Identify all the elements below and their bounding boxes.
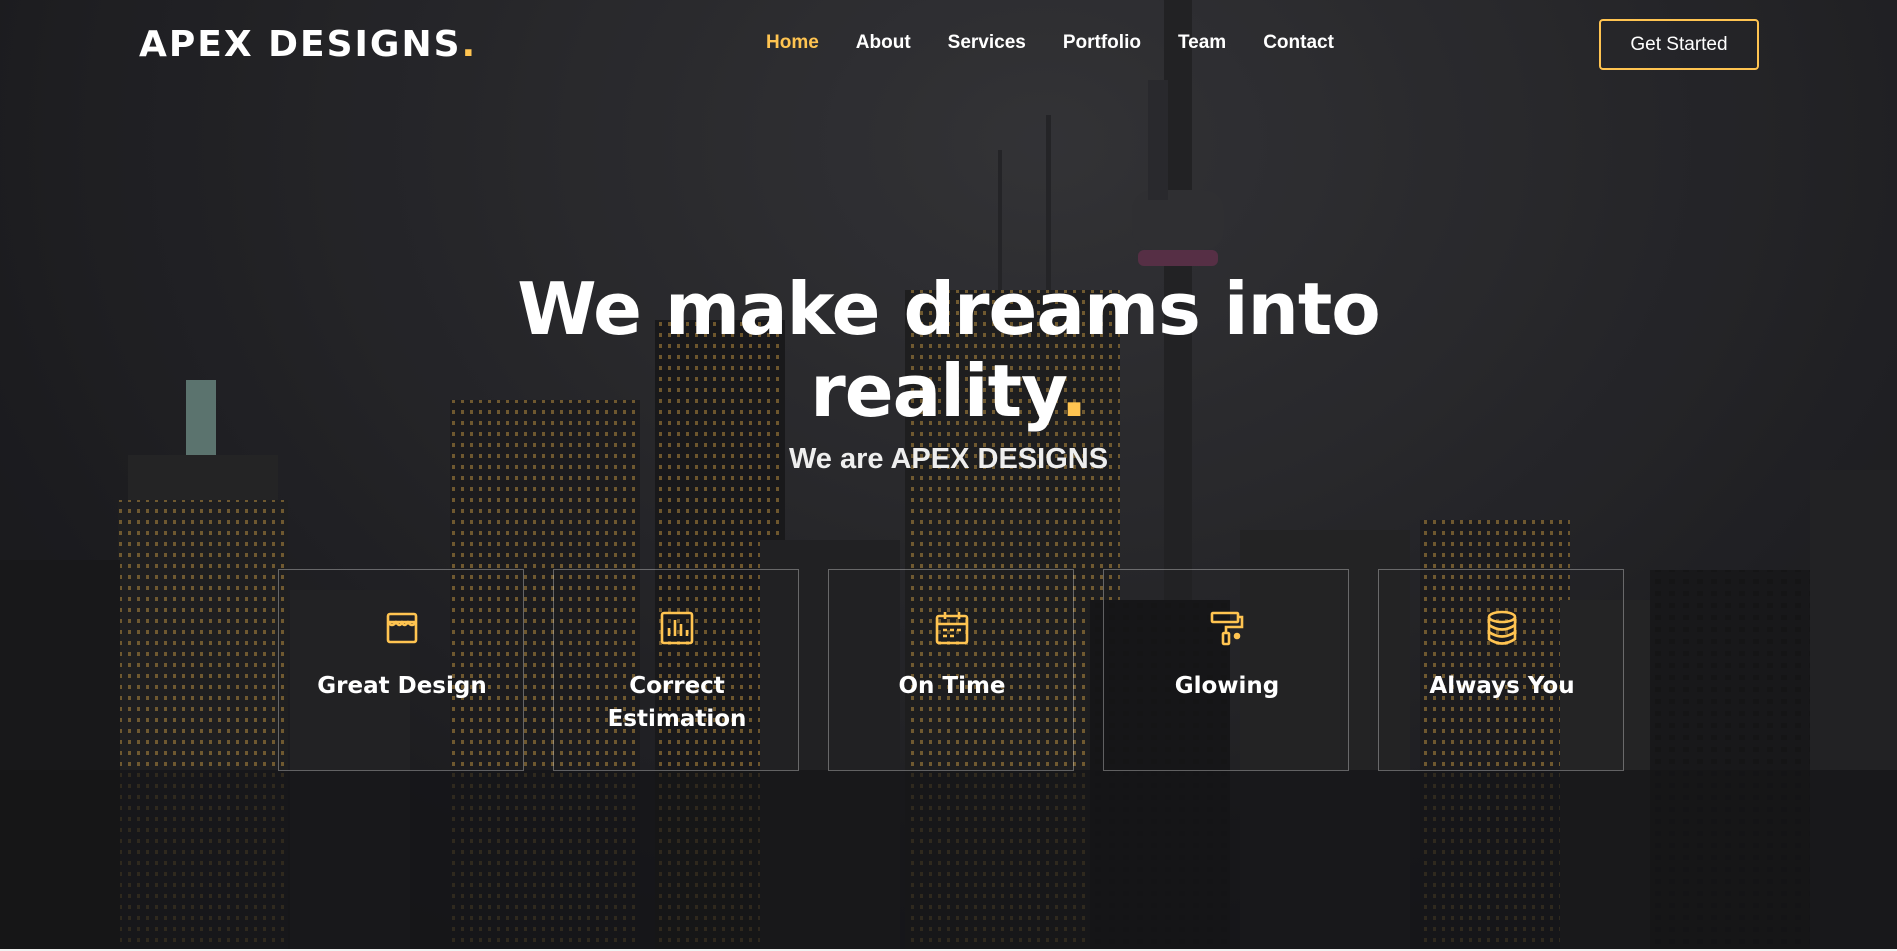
main-nav: Home About Services Portfolio Team Conta… bbox=[766, 32, 1371, 54]
nav-contact[interactable]: Contact bbox=[1263, 32, 1334, 54]
brand-logo[interactable]: APEX DESIGNS. bbox=[139, 24, 477, 65]
feature-label: Glowing bbox=[1174, 673, 1280, 699]
feature-box-always-you[interactable]: Always You bbox=[1378, 569, 1624, 771]
bar-chart-icon bbox=[660, 611, 694, 645]
nav-services[interactable]: Services bbox=[948, 32, 1026, 54]
paint-roller-icon bbox=[1210, 611, 1244, 646]
get-started-button[interactable]: Get Started bbox=[1599, 19, 1759, 70]
feature-box-correct-estimation[interactable]: Correct Estimation bbox=[553, 569, 799, 771]
database-icon bbox=[1487, 610, 1517, 645]
nav-home[interactable]: Home bbox=[766, 32, 819, 54]
brand-dot: . bbox=[461, 24, 478, 65]
hero-subtitle: We are APEX DESIGNS bbox=[788, 443, 1109, 475]
hero-title-dot: . bbox=[1060, 349, 1087, 433]
store-icon bbox=[386, 612, 418, 644]
feature-box-great-design[interactable]: Great Design bbox=[278, 569, 524, 771]
feature-label: Always You bbox=[1429, 673, 1575, 699]
nav-team[interactable]: Team bbox=[1178, 32, 1226, 54]
calendar-icon bbox=[935, 612, 969, 645]
feature-label: Correct Estimation bbox=[607, 673, 747, 732]
nav-portfolio[interactable]: Portfolio bbox=[1063, 32, 1141, 54]
site-header: APEX DESIGNS. Home About Services Portfo… bbox=[0, 0, 1897, 90]
nav-about[interactable]: About bbox=[856, 32, 911, 54]
brand-name: APEX DESIGNS bbox=[139, 24, 462, 65]
hero-title-text: We make dreams into reality bbox=[517, 267, 1380, 433]
feature-label: On Time bbox=[898, 673, 1006, 699]
feature-box-on-time[interactable]: On Time bbox=[828, 569, 1074, 771]
hero-title: We make dreams into reality. bbox=[440, 268, 1457, 432]
feature-box-glowing[interactable]: Glowing bbox=[1103, 569, 1349, 771]
feature-label: Great Design bbox=[317, 673, 487, 699]
